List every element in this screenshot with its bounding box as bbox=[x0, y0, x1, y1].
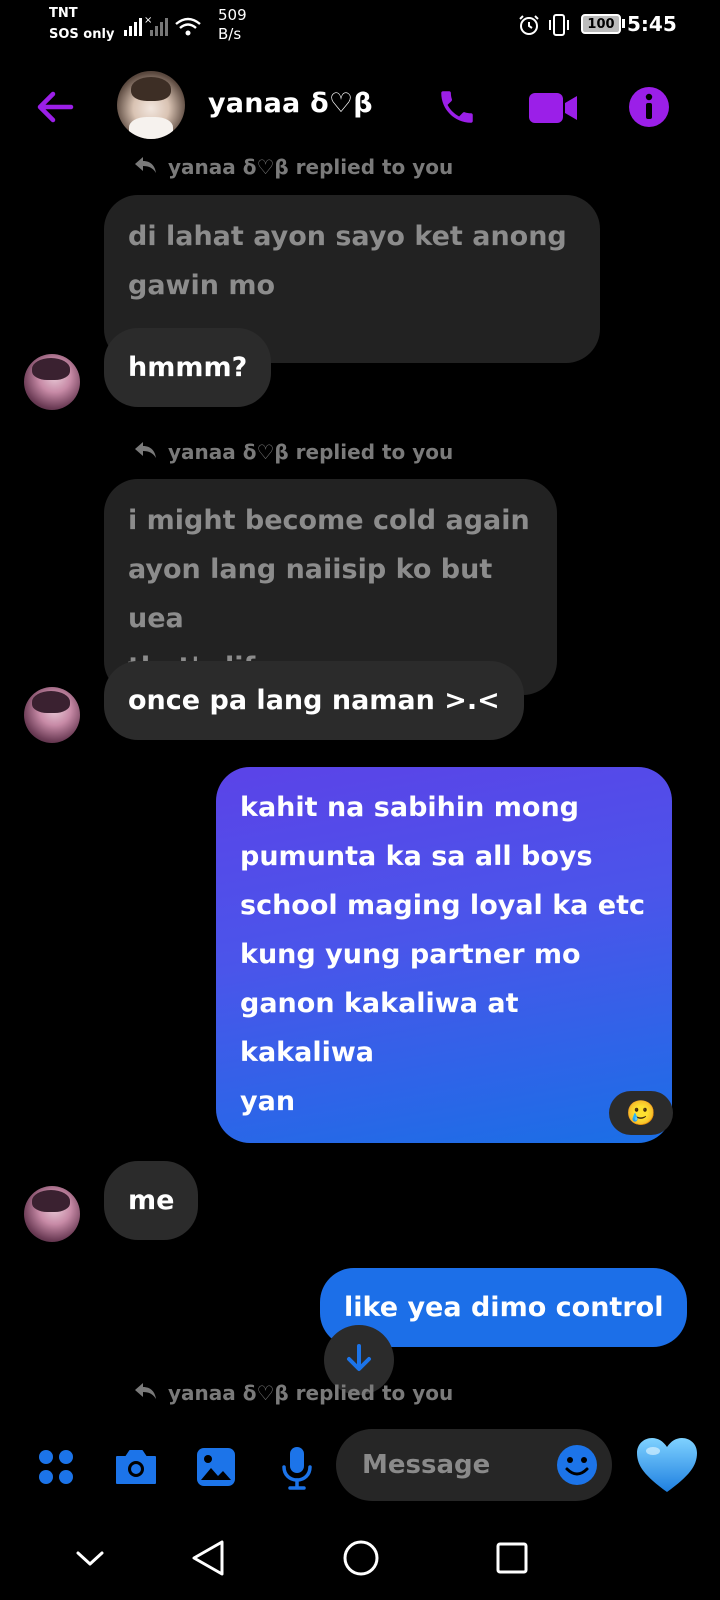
received-message[interactable]: me bbox=[104, 1161, 199, 1240]
contact-name[interactable]: yanaa δ♡β bbox=[208, 88, 373, 119]
quoted-line: ayon lang naiisip ko but uea bbox=[128, 554, 493, 634]
reply-arrow-icon bbox=[134, 155, 158, 179]
reply-arrow-icon bbox=[134, 1381, 158, 1405]
phone-icon[interactable] bbox=[432, 82, 482, 132]
sent-line: school maging loyal ka etc bbox=[240, 890, 646, 921]
battery-icon: 100 bbox=[581, 14, 621, 34]
sent-line: yan bbox=[240, 1086, 296, 1117]
reply-note: yanaa δ♡β replied to you bbox=[134, 155, 453, 179]
svg-text:×: × bbox=[144, 15, 152, 26]
sender-avatar[interactable] bbox=[24, 687, 80, 743]
reply-note: yanaa δ♡β replied to you bbox=[134, 1381, 453, 1405]
message-input[interactable] bbox=[360, 1449, 556, 1481]
quoted-line: gawin mo bbox=[128, 270, 276, 301]
sent-line: kung yung partner mo bbox=[240, 939, 581, 970]
sender-avatar[interactable] bbox=[24, 354, 80, 410]
emoji-icon[interactable] bbox=[556, 1444, 598, 1486]
nav-recents-icon[interactable] bbox=[490, 1536, 534, 1580]
arrow-down-icon bbox=[343, 1342, 375, 1378]
info-icon[interactable] bbox=[624, 82, 674, 132]
vibrate-icon bbox=[546, 12, 572, 42]
back-arrow-icon[interactable] bbox=[30, 82, 80, 132]
nav-home-icon[interactable] bbox=[338, 1535, 384, 1581]
reply-note-text: yanaa δ♡β replied to you bbox=[168, 1381, 454, 1405]
heart-icon[interactable] bbox=[634, 1432, 700, 1498]
chevron-down-icon[interactable] bbox=[70, 1538, 110, 1578]
quoted-line: di lahat ayon sayo ket anong bbox=[128, 221, 567, 252]
contact-avatar[interactable] bbox=[117, 71, 185, 139]
sent-line: kahit na sabihin mong bbox=[240, 792, 580, 823]
sent-line: pumunta ka sa all boys bbox=[240, 841, 593, 872]
reaction-emoji: 🥲 bbox=[626, 1099, 656, 1127]
battery-level: 100 bbox=[587, 16, 615, 32]
signal-icon: × bbox=[122, 14, 202, 42]
mic-icon[interactable] bbox=[277, 1443, 317, 1493]
sender-avatar[interactable] bbox=[24, 1186, 80, 1242]
received-message[interactable]: hmmm? bbox=[104, 328, 272, 407]
reply-note-text: yanaa δ♡β replied to you bbox=[168, 440, 454, 464]
gallery-icon[interactable] bbox=[193, 1444, 239, 1490]
clock: 5:45 bbox=[627, 12, 677, 36]
received-message[interactable]: once pa lang naman >.< bbox=[104, 661, 524, 740]
carrier-name: TNT bbox=[49, 6, 78, 21]
sent-line: ganon kakaliwa at kakaliwa bbox=[240, 988, 519, 1068]
quoted-line: i might become cold again bbox=[128, 505, 530, 536]
reply-arrow-icon bbox=[134, 440, 158, 464]
carrier-status: SOS only bbox=[49, 27, 115, 42]
sent-message[interactable]: kahit na sabihin mong pumunta ka sa all … bbox=[216, 767, 672, 1143]
reply-note: yanaa δ♡β replied to you bbox=[134, 440, 453, 464]
video-icon[interactable] bbox=[525, 84, 581, 132]
alarm-icon bbox=[517, 13, 541, 41]
camera-icon[interactable] bbox=[112, 1444, 160, 1490]
reaction-badge[interactable]: 🥲 bbox=[609, 1091, 673, 1135]
net-speed-value: 509 bbox=[218, 6, 247, 24]
menu-grid-icon[interactable] bbox=[34, 1445, 78, 1489]
net-speed-unit: B/s bbox=[218, 25, 242, 43]
nav-back-icon[interactable] bbox=[186, 1536, 230, 1580]
reply-note-text: yanaa δ♡β replied to you bbox=[168, 155, 454, 179]
battery-tip bbox=[622, 19, 625, 28]
message-composer[interactable] bbox=[336, 1429, 612, 1501]
